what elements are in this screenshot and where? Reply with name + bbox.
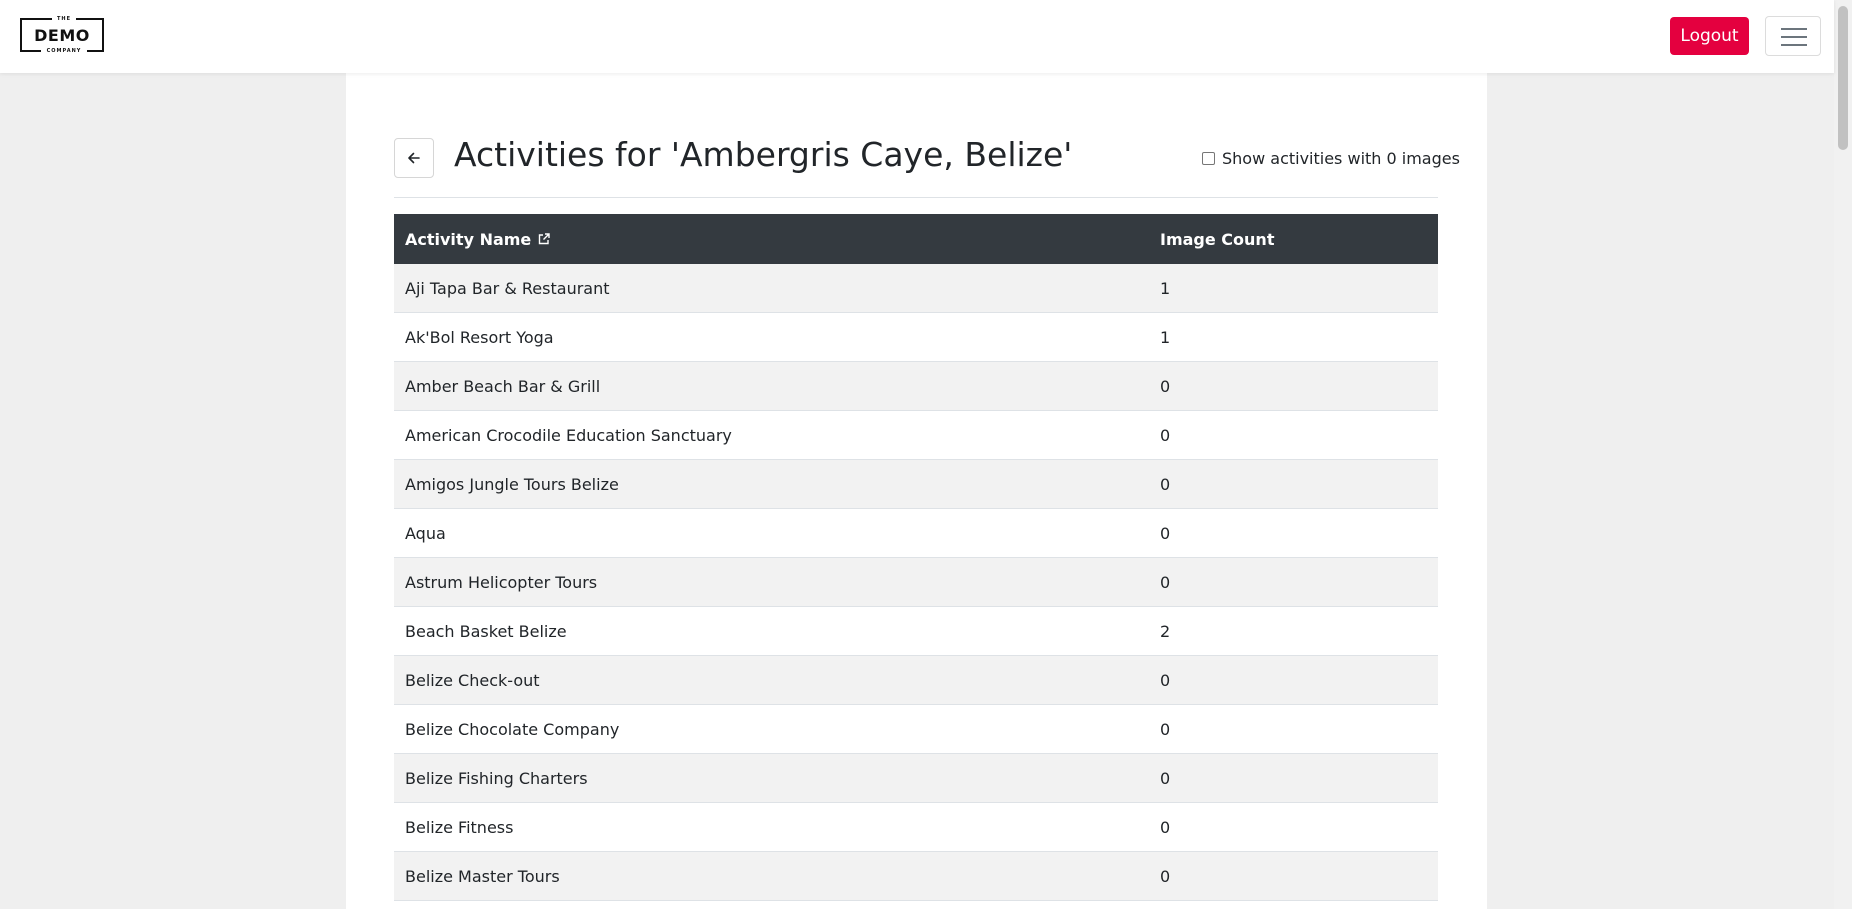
- title-divider: [394, 197, 1438, 198]
- image-count-cell: 0: [1160, 376, 1171, 396]
- image-count-cell: 0: [1160, 719, 1171, 739]
- table-row[interactable]: Astrum Helicopter Tours 0: [394, 558, 1438, 607]
- table-row[interactable]: Belize Fishing Charters 0: [394, 754, 1438, 803]
- image-count-cell: 1: [1160, 327, 1171, 347]
- table-row[interactable]: Belize Chocolate Company 0: [394, 705, 1438, 754]
- main-content: Activities for 'Ambergris Caye, Belize' …: [346, 73, 1487, 909]
- table-row[interactable]: American Crocodile Education Sanctuary 0: [394, 411, 1438, 460]
- back-button[interactable]: [394, 138, 434, 178]
- show-zero-images-label: Show activities with 0 images: [1222, 149, 1460, 168]
- hamburger-icon: [1781, 44, 1807, 46]
- activity-name-cell[interactable]: Belize Master Tours: [394, 852, 1149, 900]
- activity-name-cell[interactable]: Aqua: [394, 509, 1149, 557]
- table-row[interactable]: Aqua 0: [394, 509, 1438, 558]
- column-header-activity-name[interactable]: Activity Name: [394, 214, 1149, 264]
- activity-name-cell[interactable]: American Crocodile Education Sanctuary: [394, 411, 1149, 459]
- table-row[interactable]: Ak'Bol Resort Yoga 1: [394, 313, 1438, 362]
- logo-bottom-text: COMPANY: [41, 48, 87, 54]
- image-count-cell: 0: [1160, 817, 1171, 837]
- activity-name-cell[interactable]: Amigos Jungle Tours Belize: [394, 460, 1149, 508]
- external-link-icon[interactable]: [537, 232, 551, 246]
- table-row[interactable]: Aji Tapa Bar & Restaurant 1: [394, 264, 1438, 313]
- activity-name-cell[interactable]: Amber Beach Bar & Grill: [394, 362, 1149, 410]
- table-row[interactable]: Amigos Jungle Tours Belize 0: [394, 460, 1438, 509]
- demo-company-logo[interactable]: THE DEMO COMPANY: [20, 16, 104, 54]
- table-header: Activity Name Image Count: [394, 214, 1438, 264]
- show-zero-images-toggle[interactable]: Show activities with 0 images: [1202, 149, 1460, 168]
- activity-name-cell[interactable]: Belize Chocolate Company: [394, 705, 1149, 753]
- scrollbar-thumb[interactable]: [1838, 6, 1848, 150]
- activity-name-cell[interactable]: Astrum Helicopter Tours: [394, 558, 1149, 606]
- activity-name-cell[interactable]: Ak'Bol Resort Yoga: [394, 313, 1149, 361]
- hamburger-icon: [1781, 28, 1807, 30]
- image-count-cell: 1: [1160, 278, 1171, 298]
- page-title: Activities for 'Ambergris Caye, Belize': [454, 135, 1073, 174]
- activity-name-cell[interactable]: Belize Fishing Charters: [394, 754, 1149, 802]
- table-row[interactable]: Belize Master Tours 0: [394, 852, 1438, 901]
- arrow-left-icon: [408, 152, 420, 164]
- column-header-label: Activity Name: [405, 229, 532, 249]
- image-count-cell: 0: [1160, 474, 1171, 494]
- activity-name-cell[interactable]: Belize Fitness: [394, 803, 1149, 851]
- activity-name-cell[interactable]: Belize Check-out: [394, 656, 1149, 704]
- hamburger-icon: [1781, 36, 1807, 38]
- image-count-cell: 0: [1160, 768, 1171, 788]
- logout-button[interactable]: Logout: [1670, 17, 1749, 55]
- activities-table: Activity Name Image Count Aji Tapa Bar &…: [394, 214, 1438, 901]
- image-count-cell: 0: [1160, 523, 1171, 543]
- column-header-image-count[interactable]: Image Count: [1149, 214, 1438, 264]
- menu-toggle-button[interactable]: [1765, 16, 1821, 56]
- image-count-cell: 0: [1160, 425, 1171, 445]
- table-row[interactable]: Belize Check-out 0: [394, 656, 1438, 705]
- page-scrollbar[interactable]: [1834, 0, 1852, 909]
- image-count-cell: 0: [1160, 866, 1171, 886]
- activity-name-cell[interactable]: Beach Basket Belize: [394, 607, 1149, 655]
- table-body: Aji Tapa Bar & Restaurant 1 Ak'Bol Resort …: [394, 264, 1438, 901]
- image-count-cell: 2: [1160, 621, 1171, 641]
- show-zero-images-checkbox[interactable]: [1202, 152, 1215, 165]
- image-count-cell: 0: [1160, 572, 1171, 592]
- top-navbar: THE DEMO COMPANY Logout: [0, 0, 1834, 73]
- table-row[interactable]: Amber Beach Bar & Grill 0: [394, 362, 1438, 411]
- table-row[interactable]: Beach Basket Belize 2: [394, 607, 1438, 656]
- logo-main-text: DEMO: [34, 26, 90, 45]
- activity-name-cell[interactable]: Aji Tapa Bar & Restaurant: [394, 264, 1149, 312]
- image-count-cell: 0: [1160, 670, 1171, 690]
- logo-top-text: THE: [52, 16, 76, 22]
- table-row[interactable]: Belize Fitness 0: [394, 803, 1438, 852]
